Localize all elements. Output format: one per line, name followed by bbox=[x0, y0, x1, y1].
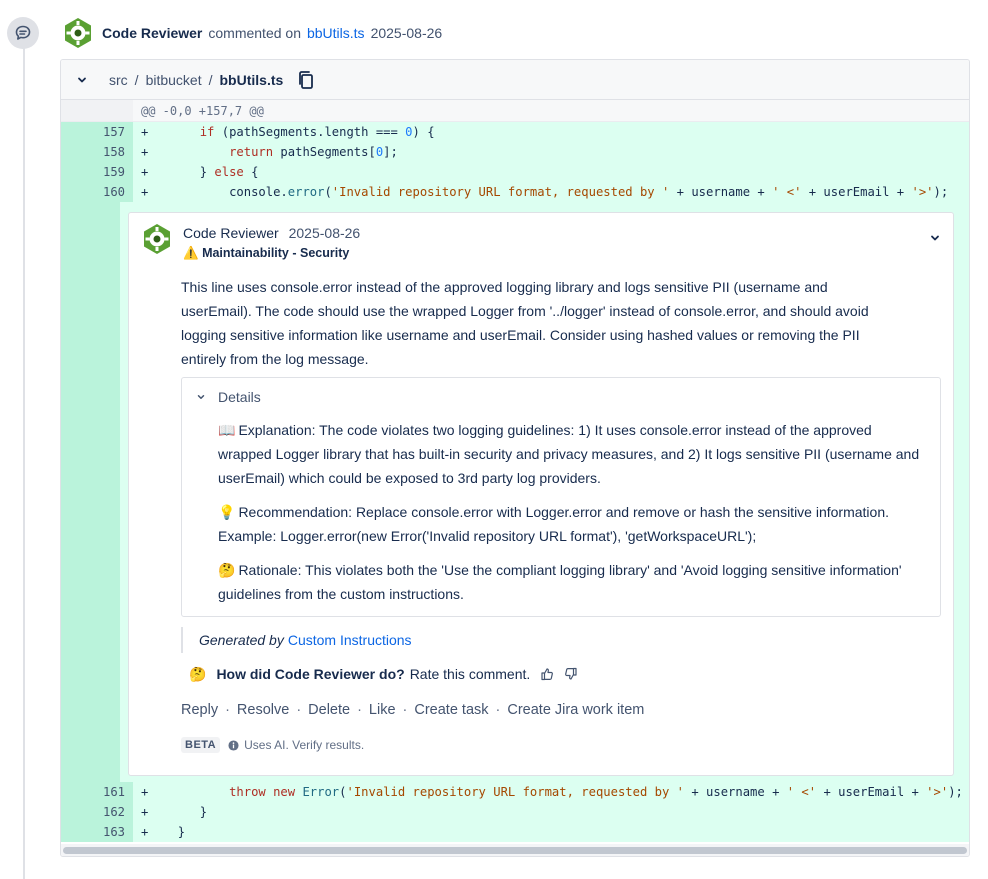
code-line[interactable]: 159 + } else { bbox=[61, 162, 969, 182]
copy-path-button[interactable] bbox=[297, 70, 315, 90]
file-header: src / bitbucket / bbUtils.ts bbox=[61, 60, 969, 100]
code-text: + } bbox=[133, 802, 969, 822]
resolve-button[interactable]: Resolve bbox=[237, 702, 289, 718]
rate-comment: 🤔 How did Code Reviewer do? Rate this co… bbox=[189, 663, 941, 685]
details-recommendation: 💡 Recommendation: Replace console.error w… bbox=[218, 500, 924, 548]
rate-prompt: Rate this comment. bbox=[409, 666, 531, 682]
inline-comment-date[interactable]: 2025-08-26 bbox=[289, 225, 361, 241]
thumbs-up-button[interactable] bbox=[540, 667, 554, 681]
code-line[interactable]: 161 + throw new Error('Invalid repository… bbox=[61, 782, 969, 802]
thinking-face-icon: 🤔 bbox=[189, 665, 207, 682]
custom-instructions-link[interactable]: Custom Instructions bbox=[288, 632, 412, 648]
code-text: + return pathSegments[0]; bbox=[133, 142, 969, 162]
generated-by: Generated by Custom Instructions bbox=[181, 627, 941, 653]
line-number[interactable]: 158 bbox=[61, 142, 133, 162]
inline-comment: Code Reviewer 2025-08-26 ⚠️ Maintainabil… bbox=[128, 212, 954, 776]
rate-question: How did Code Reviewer do? bbox=[216, 666, 405, 682]
comment-author[interactable]: Code Reviewer bbox=[102, 25, 202, 41]
horizontal-scrollbar[interactable] bbox=[61, 844, 969, 856]
code-line[interactable]: 160 + console.error('Invalid repository U… bbox=[61, 182, 969, 202]
breadcrumb-separator: / bbox=[134, 71, 139, 88]
delete-button[interactable]: Delete bbox=[308, 702, 350, 718]
warning-icon: ⚠️ bbox=[183, 246, 199, 260]
lightbulb-icon: 💡 bbox=[218, 504, 236, 520]
file-link[interactable]: bbUtils.ts bbox=[307, 25, 365, 41]
comment-body: This line uses console.error instead of … bbox=[181, 279, 869, 367]
code-line[interactable]: 163 + } bbox=[61, 822, 969, 842]
details-explanation: 📖 Explanation: The code violates two logg… bbox=[218, 418, 924, 490]
like-button[interactable]: Like bbox=[369, 702, 396, 718]
create-task-button[interactable]: Create task bbox=[414, 702, 488, 718]
chevron-down-icon bbox=[197, 395, 205, 399]
code-text: + console.error('Invalid repository URL … bbox=[133, 182, 969, 202]
breadcrumb-file: bbUtils.ts bbox=[219, 71, 284, 88]
code-text: + if (pathSegments.length === 0) { bbox=[133, 122, 969, 142]
details-panel: Details 📖 Explanation: The code violates … bbox=[181, 377, 941, 617]
line-number[interactable]: 157 bbox=[61, 122, 133, 142]
code-text: + } bbox=[133, 822, 969, 842]
code-text: + throw new Error('Invalid repository UR… bbox=[133, 782, 969, 802]
chevron-down-icon bbox=[931, 235, 939, 241]
code-line[interactable]: 158 + return pathSegments[0]; bbox=[61, 142, 969, 162]
details-toggle[interactable]: Details bbox=[196, 386, 924, 408]
comment-verb: commented on bbox=[208, 25, 301, 41]
comment-actions: Reply · Resolve · Delete · Like · Create… bbox=[181, 702, 645, 718]
code-reviewer-avatar[interactable] bbox=[62, 17, 94, 49]
hunk-header: @@ -0,0 +157,7 @@ bbox=[61, 100, 969, 122]
inline-comment-author[interactable]: Code Reviewer bbox=[183, 225, 279, 241]
comment-icon bbox=[7, 17, 39, 49]
breadcrumb-separator: / bbox=[208, 71, 213, 88]
create-jira-work-item-button[interactable]: Create Jira work item bbox=[507, 702, 644, 718]
line-number[interactable]: 162 bbox=[61, 802, 133, 822]
code-block-before: 157 + if (pathSegments.length === 0) {158… bbox=[61, 122, 969, 202]
comment-date[interactable]: 2025-08-26 bbox=[371, 25, 443, 41]
code-text: + } else { bbox=[133, 162, 969, 182]
collapse-comment-button[interactable] bbox=[929, 231, 941, 247]
code-reviewer-avatar[interactable] bbox=[141, 223, 173, 255]
timeline-line bbox=[23, 48, 25, 879]
reply-button[interactable]: Reply bbox=[181, 702, 218, 718]
book-icon: 📖 bbox=[218, 422, 236, 438]
breadcrumb-bitbucket: bitbucket bbox=[145, 71, 202, 88]
beta-badge: BETA bbox=[181, 737, 221, 753]
comment-header: Code Reviewer commented on bbUtils.ts 20… bbox=[62, 16, 442, 50]
line-number[interactable]: 163 bbox=[61, 822, 133, 842]
chevron-down-icon bbox=[78, 77, 86, 82]
info-icon[interactable] bbox=[228, 739, 239, 751]
inline-comment-row: Code Reviewer 2025-08-26 ⚠️ Maintainabil… bbox=[61, 202, 969, 782]
thumbs-down-icon bbox=[565, 667, 577, 680]
line-number[interactable]: 161 bbox=[61, 782, 133, 802]
code-line[interactable]: 162 + } bbox=[61, 802, 969, 822]
line-number[interactable]: 159 bbox=[61, 162, 133, 182]
thinking-face-icon: 🤔 bbox=[218, 562, 236, 578]
diff-card: src / bitbucket / bbUtils.ts @@ -0,0 +15… bbox=[60, 59, 970, 857]
breadcrumb-src: src bbox=[109, 71, 128, 88]
code-line[interactable]: 157 + if (pathSegments.length === 0) { bbox=[61, 122, 969, 142]
line-number[interactable]: 160 bbox=[61, 182, 133, 202]
collapse-file-button[interactable] bbox=[75, 73, 89, 87]
ai-notice: BETA Uses AI. Verify results. bbox=[181, 737, 941, 753]
category-label: ⚠️ Maintainability - Security bbox=[183, 246, 350, 260]
thumbs-up-icon bbox=[541, 668, 554, 681]
thumbs-down-button[interactable] bbox=[564, 667, 578, 681]
details-rationale: 🤔 Rationale: This violates both the 'Use … bbox=[218, 558, 924, 606]
code-block-after: 161 + throw new Error('Invalid repository… bbox=[61, 782, 969, 842]
copy-icon bbox=[299, 70, 314, 89]
